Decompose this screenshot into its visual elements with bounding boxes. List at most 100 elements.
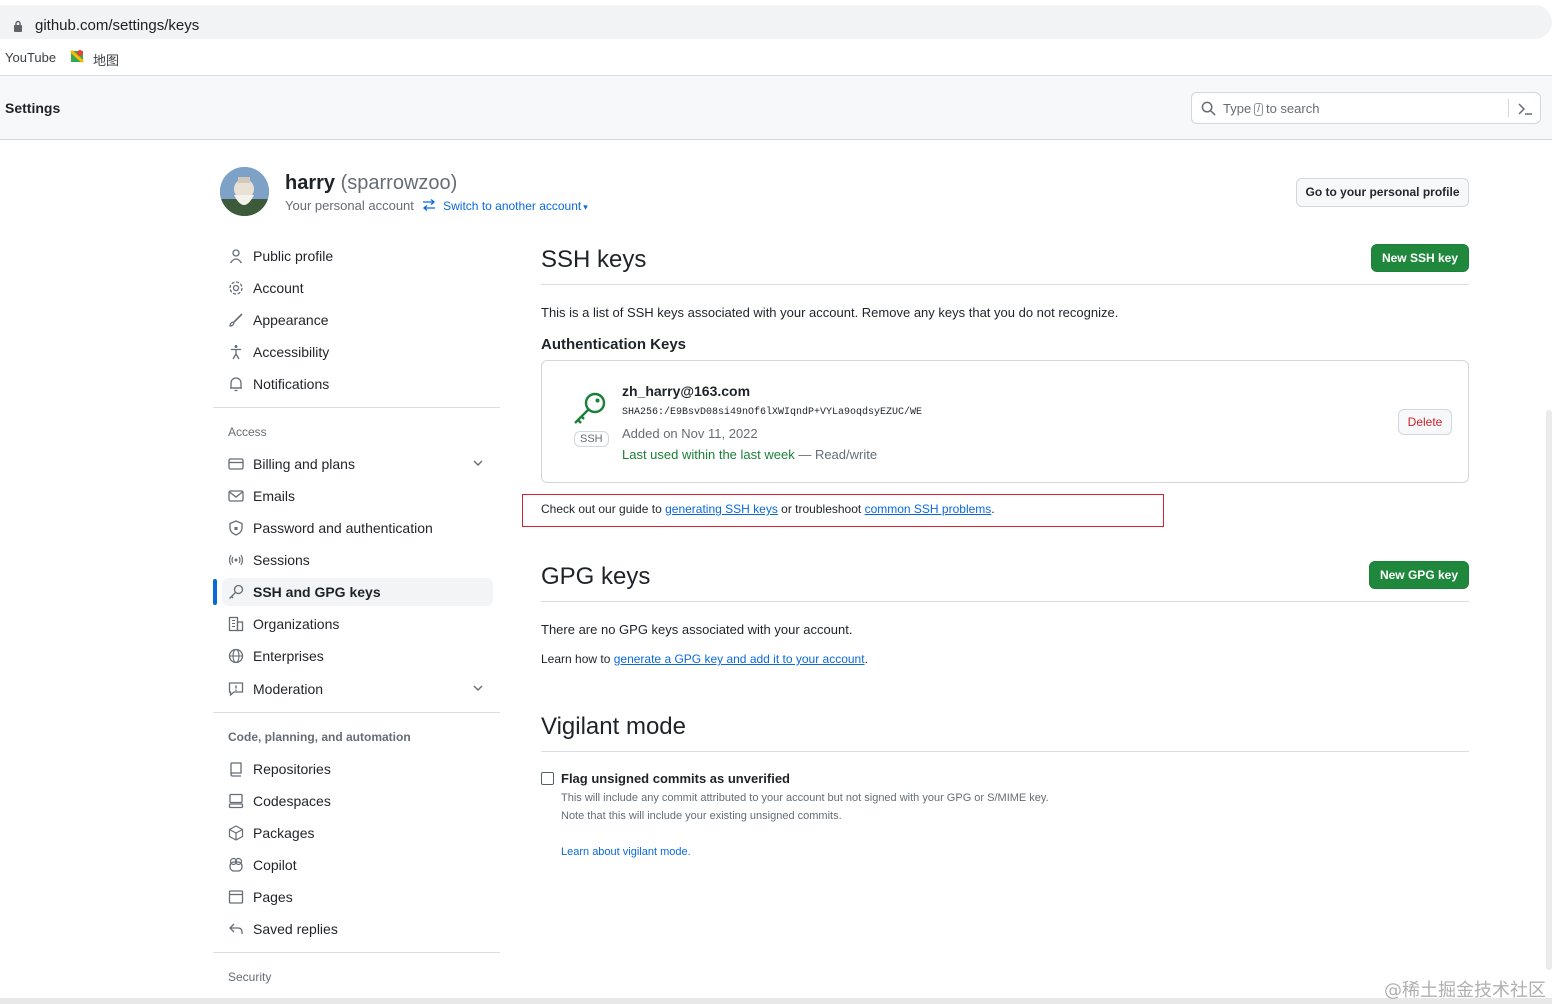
sidebar-item-codespaces[interactable]: Codespaces: [228, 787, 494, 815]
delete-ssh-key-button[interactable]: Delete: [1398, 409, 1452, 435]
copilot-icon: [229, 857, 243, 872]
sidebar-divider: [213, 712, 500, 713]
accessibility-icon: [231, 345, 241, 360]
search-icon: [1201, 101, 1216, 116]
sidebar-item-enterprises[interactable]: Enterprises: [228, 642, 494, 670]
bell-icon: [230, 377, 242, 392]
key-icon: [574, 392, 606, 424]
sidebar-item-moderation[interactable]: Moderation: [228, 675, 494, 703]
bookmarks-bar: YouTube 地图: [0, 40, 1552, 76]
sidebar-group-code: Code, planning, and automation: [228, 730, 411, 744]
search-placeholder: Type / to search: [1223, 101, 1320, 116]
codespaces-icon: [228, 793, 244, 809]
sidebar-group-access: Access: [228, 425, 267, 439]
sidebar-item-organizations[interactable]: Organizations: [228, 610, 494, 638]
generating-ssh-keys-link[interactable]: generating SSH keys: [665, 502, 778, 516]
generate-gpg-key-link[interactable]: generate a GPG key and add it to your ac…: [614, 652, 865, 666]
mail-icon: [228, 490, 244, 502]
section-divider: [541, 751, 1469, 752]
sidebar-item-repositories[interactable]: Repositories: [228, 755, 494, 783]
account-subtitle: Your personal account Switch to another …: [285, 198, 588, 213]
flag-unsigned-commits-label[interactable]: Flag unsigned commits as unverified: [561, 771, 790, 786]
url-field[interactable]: github.com/settings/keys: [0, 5, 1552, 39]
vigilant-mode-heading: Vigilant mode: [541, 713, 686, 740]
sidebar-item-copilot[interactable]: Copilot: [228, 851, 494, 879]
sidebar-item-packages[interactable]: Packages: [228, 819, 494, 847]
paintbrush-icon: [229, 313, 243, 327]
search-divider: [1508, 99, 1509, 117]
switch-account-link[interactable]: Switch to another account: [443, 199, 581, 213]
chevron-down-icon[interactable]: [472, 682, 484, 694]
sidebar-item-public-profile[interactable]: Public profile: [228, 242, 494, 270]
gpg-keys-heading: GPG keys: [541, 563, 651, 590]
ssh-key-title: zh_harry@163.com: [622, 383, 751, 399]
sidebar-item-notifications[interactable]: Notifications: [228, 370, 494, 398]
ssh-key-last-used: Last used within the last week — Read/wr…: [622, 447, 878, 462]
avatar: [220, 167, 269, 216]
section-divider: [541, 601, 1469, 602]
sidebar-divider: [213, 407, 500, 408]
flag-unsigned-commits-checkbox[interactable]: [541, 772, 554, 785]
search-shortcut-key: /: [1254, 103, 1263, 116]
sidebar-item-account[interactable]: Account: [228, 274, 494, 302]
gear-icon: [229, 281, 243, 295]
sidebar-item-saved-replies[interactable]: Saved replies: [228, 915, 494, 943]
report-icon: [228, 682, 244, 697]
ssh-keys-heading: SSH keys: [541, 246, 647, 273]
caret-down-icon: ▾: [583, 202, 588, 212]
sidebar-item-billing[interactable]: Billing and plans: [228, 450, 494, 478]
account-handle: (sparrowzoo): [340, 172, 458, 194]
app-header: Settings Type / to search: [0, 76, 1552, 140]
ssh-badge: SSH: [574, 431, 609, 447]
shield-lock-icon: [229, 520, 243, 536]
common-ssh-problems-link[interactable]: common SSH problems: [865, 502, 992, 516]
sidebar-item-password-auth[interactable]: Password and authentication: [228, 514, 494, 542]
broadcast-icon: [228, 554, 244, 566]
gpg-learn-text: Learn how to generate a GPG key and add …: [541, 652, 868, 666]
package-icon: [228, 825, 244, 841]
repo-icon: [230, 762, 242, 777]
ssh-key-item: SSH zh_harry@163.com SHA256:/E9BsvD08si4…: [541, 360, 1469, 483]
sidebar-item-sessions[interactable]: Sessions: [228, 546, 494, 574]
bookmark-youtube[interactable]: YouTube: [5, 50, 56, 65]
sidebar-item-ssh-gpg-keys[interactable]: SSH and GPG keys: [222, 578, 493, 606]
sidebar-group-security: Security: [228, 970, 272, 984]
sidebar-divider: [213, 952, 500, 953]
sidebar-item-emails[interactable]: Emails: [228, 482, 494, 510]
arrow-switch-icon: [422, 199, 435, 211]
lock-icon: [14, 20, 22, 32]
chevron-down-icon[interactable]: [472, 457, 484, 469]
page-title: Settings: [5, 100, 61, 116]
browser-icon: [228, 890, 244, 904]
go-to-profile-button[interactable]: Go to your personal profile: [1296, 178, 1469, 207]
watermark: @稀土掘金技术社区: [1384, 980, 1546, 1001]
browser-address-bar: github.com/settings/keys: [0, 0, 1552, 40]
search-input[interactable]: Type / to search: [1191, 92, 1541, 124]
sidebar-item-pages[interactable]: Pages: [228, 883, 494, 911]
command-palette-icon[interactable]: [1517, 101, 1533, 117]
scrollbar[interactable]: [1546, 410, 1552, 970]
account-name: harry (sparrowzoo): [285, 172, 458, 194]
section-divider: [541, 284, 1469, 285]
ssh-description: This is a list of SSH keys associated wi…: [541, 305, 1119, 320]
ssh-key-fingerprint: SHA256:/E9BsvD08si49nOf6lXWIqndP+VYLa9oq…: [622, 407, 923, 418]
new-ssh-key-button[interactable]: New SSH key: [1371, 244, 1469, 272]
person-icon: [229, 249, 243, 264]
sidebar-active-indicator: [213, 579, 217, 605]
key-icon: [229, 584, 244, 599]
authentication-keys-heading: Authentication Keys: [541, 336, 687, 353]
sidebar-item-appearance[interactable]: Appearance: [228, 306, 494, 334]
gpg-description: There are no GPG keys associated with yo…: [541, 622, 853, 637]
organization-icon: [228, 616, 244, 632]
credit-card-icon: [228, 458, 244, 470]
bookmark-maps[interactable]: 地图: [93, 50, 119, 69]
sidebar-item-accessibility[interactable]: Accessibility: [228, 338, 494, 366]
maps-icon: [70, 49, 85, 64]
ssh-guide-text: Check out our guide to generating SSH ke…: [541, 502, 995, 516]
vigilant-note-2: Note that this will include your existin…: [561, 810, 842, 822]
new-gpg-key-button[interactable]: New GPG key: [1369, 561, 1469, 589]
reply-icon: [229, 923, 243, 934]
bottom-edge: [0, 998, 1552, 1004]
learn-vigilant-mode-link[interactable]: Learn about vigilant mode.: [561, 846, 691, 858]
vigilant-note-1: This will include any commit attributed …: [561, 792, 1049, 804]
